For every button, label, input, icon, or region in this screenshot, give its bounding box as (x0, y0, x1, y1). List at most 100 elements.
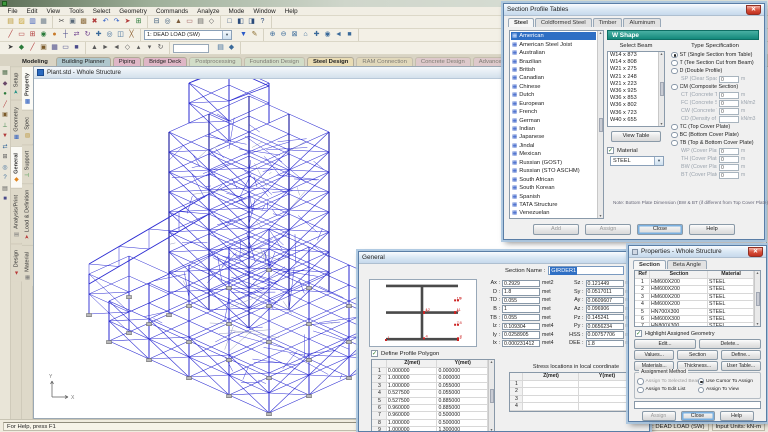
beam-item[interactable]: W21 x 223 (608, 81, 657, 88)
dynamic-zoom-icon[interactable]: ◉ (322, 30, 333, 41)
assignment-radio[interactable]: Assign To Edit List (637, 386, 698, 395)
country-item[interactable]: ▦ TATA Structure (511, 201, 596, 209)
import-icon[interactable]: ▦ (38, 17, 49, 28)
rotate-icon[interactable]: ◎ (104, 30, 115, 41)
section-row[interactable]: 4 HM600X200 STEEL (635, 301, 754, 308)
stretch-icon[interactable]: ╳ (126, 30, 137, 41)
country-item[interactable]: ▦ French (511, 108, 596, 116)
beam-item[interactable]: W21 x 248 (608, 74, 657, 81)
property-value-field[interactable]: 0.096906 (586, 305, 624, 313)
assignment-radio[interactable]: Use Cursor To Assign (698, 377, 759, 386)
view-top-icon[interactable]: ▲ (89, 43, 100, 54)
type-spec-row[interactable]: BT (Cover Plate Thickness) 0 m (671, 171, 759, 179)
country-item[interactable]: ▦ Russian (STO ASCHM) (511, 167, 596, 175)
property-value-field[interactable]: 0.055 (502, 314, 540, 322)
radio-icon[interactable] (698, 378, 705, 385)
sub-page-tab[interactable]: ▥ Property (22, 66, 33, 110)
picture-copy-icon[interactable]: ◇ (206, 17, 217, 28)
menu-item[interactable]: Edit (22, 8, 42, 15)
menu-item[interactable]: Analyze (193, 8, 224, 15)
dialog-button[interactable]: Add (533, 224, 579, 235)
country-item[interactable]: ▦ Jindal (511, 142, 596, 150)
node-tool-icon[interactable]: ● (1, 90, 10, 99)
type-spec-row[interactable]: BC (Bottom Cover Plate) (671, 131, 759, 139)
delete-icon[interactable]: ✖ (89, 17, 100, 28)
property-value-field[interactable]: 0.055 (502, 297, 540, 305)
section-name-input[interactable]: GIRDER1 (548, 266, 624, 275)
country-item[interactable]: ▦ Australian (511, 49, 596, 57)
type-spec-row[interactable]: TH (Cover Plate Thickness) 0 m (671, 155, 759, 163)
zoom-in-icon[interactable]: ⊕ (267, 30, 278, 41)
radio-icon[interactable] (671, 68, 678, 75)
country-item[interactable]: ▦ Mexican (511, 150, 596, 158)
spt-tab[interactable]: Aluminum (623, 18, 661, 27)
country-item[interactable]: ▦ Dutch (511, 91, 596, 99)
workflow-tab[interactable]: Foundation Design (244, 57, 305, 66)
property-value-field[interactable]: 0.0517011 (586, 288, 624, 296)
section-database-button[interactable]: Section Database (677, 350, 717, 360)
help-icon[interactable]: ? (257, 17, 268, 28)
plate-tool-icon[interactable]: ▣ (1, 111, 10, 120)
new-window-icon[interactable]: □ (224, 17, 235, 28)
page-tab[interactable]: ▤ Analysis/Print (11, 188, 22, 243)
view-iso-icon[interactable]: ◇ (122, 43, 133, 54)
dialog-titlebar[interactable]: Section Profile Tables ✕ (504, 4, 764, 16)
whole-structure-icon[interactable]: ■ (344, 30, 355, 41)
country-item[interactable]: ▦ British (511, 66, 596, 74)
section-row[interactable]: 1 HM600X200 STEEL (635, 279, 754, 286)
type-spec-row[interactable]: T (Tee Section Cut from Beam) (671, 59, 759, 67)
type-spec-row[interactable]: CT (Concrete Thickness) 0 m (671, 91, 759, 99)
cut-icon[interactable]: ✂ (56, 17, 67, 28)
radio-icon[interactable] (671, 84, 678, 91)
plate-cursor-icon[interactable]: ▣ (38, 43, 49, 54)
close-icon[interactable]: ✕ (746, 5, 761, 15)
beam-scrollbar[interactable]: ▲▼ (658, 52, 664, 126)
radio-icon[interactable] (637, 387, 644, 394)
sub-page-tab[interactable]: ⊥ Support (22, 144, 33, 183)
support-tool-icon[interactable]: ⊥ (1, 122, 10, 131)
country-table-list[interactable]: ▦ American ▦ American Steel Joist ▦ Aust… (509, 30, 604, 219)
close-icon[interactable]: ✕ (748, 247, 763, 257)
country-item[interactable]: ▦ Indian (511, 125, 596, 133)
connect-beams-icon[interactable]: ┼ (60, 30, 71, 41)
run-analysis-icon[interactable]: ➤ (122, 17, 133, 28)
property-value-field[interactable]: 0.0609607 (586, 297, 624, 305)
modeling-mode-icon[interactable]: ▦ (1, 69, 10, 78)
new-file-icon[interactable]: ▤ (5, 17, 16, 28)
workflow-tab[interactable]: Piping (113, 57, 141, 66)
add-solid-icon[interactable]: ⊞ (27, 30, 38, 41)
polygon-row[interactable]: 7 0.960000 0.500000 (372, 412, 488, 419)
menu-item[interactable]: View (42, 8, 65, 15)
redo-icon[interactable]: ↷ (111, 17, 122, 28)
type-spec-field[interactable]: 0 (719, 164, 739, 171)
dialog-button[interactable]: Close (637, 224, 683, 235)
type-spec-row[interactable]: TC (Top Cover Plate) (671, 123, 759, 131)
add-beam-icon[interactable]: ╱ (5, 30, 16, 41)
type-spec-row[interactable]: CW (Concrete Width) 0 m (671, 107, 759, 115)
type-spec-row[interactable]: BW (Cover Plate Width) 0 m (671, 163, 759, 171)
menu-item[interactable]: Tools (65, 8, 89, 15)
type-spec-field[interactable] (719, 116, 739, 123)
polygon-row[interactable]: 8 1.000000 0.500000 (372, 420, 488, 427)
workflow-tab[interactable]: Modeling (16, 57, 54, 66)
property-value-field[interactable]: 0.000231412 (502, 340, 540, 348)
translational-repeat-icon[interactable]: ⇄ (71, 30, 82, 41)
stress-row[interactable]: 2 (510, 388, 642, 395)
beam-item[interactable]: W14 x 873 (608, 52, 657, 59)
assignment-radio[interactable]: Assign To View (698, 386, 759, 395)
labels-icon[interactable]: ▤ (215, 43, 226, 54)
assign-button[interactable]: Assign (642, 411, 676, 421)
type-spec-field[interactable]: 0 (719, 108, 739, 115)
dialog-titlebar[interactable]: Properties - Whole Structure ✕ (629, 246, 766, 258)
beam-cursor-icon[interactable]: ╱ (27, 43, 38, 54)
radio-icon[interactable] (671, 132, 678, 139)
pan-icon[interactable]: ✚ (311, 30, 322, 41)
snapshot-icon[interactable]: ▭ (184, 17, 195, 28)
view-table-button[interactable]: View Table (611, 131, 661, 142)
snap-node-icon[interactable]: ◉ (38, 30, 49, 41)
sections-scrollbar[interactable]: ▲▼ (754, 271, 760, 326)
undo-icon[interactable]: ↶ (100, 17, 111, 28)
menu-item[interactable]: File (3, 8, 22, 15)
country-item[interactable]: ▦ Chinese (511, 83, 596, 91)
polygon-row[interactable]: 5 0.527500 0.885000 (372, 398, 488, 405)
